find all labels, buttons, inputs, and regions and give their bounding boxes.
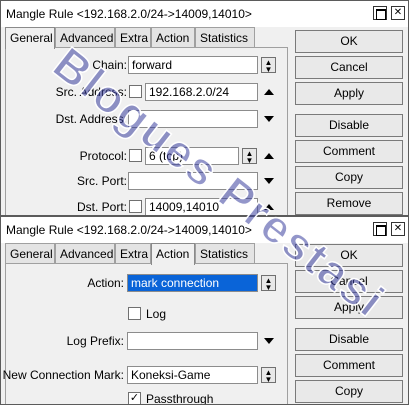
chain-field[interactable]: forward [128,56,258,74]
log-label: Log [146,307,167,321]
src-address-label: Src. Address: [55,85,127,99]
log-prefix-field[interactable] [127,332,258,350]
cancel-button[interactable]: Cancel [295,56,403,79]
src-port-label: Src. Port: [76,174,127,188]
dst-port-label: Dst. Port: [76,200,127,214]
tab-general[interactable]: General [5,243,55,264]
apply-button[interactable]: Apply [295,296,403,319]
ok-button[interactable]: OK [295,30,403,53]
protocol-collapse-icon[interactable] [264,153,274,159]
action-label: Action: [87,276,124,290]
protocol-dropdown-icon[interactable]: ▲ ▼ [242,148,257,165]
src-address-collapse-icon[interactable] [264,89,274,95]
disable-button[interactable]: Disable [295,114,403,137]
title-bar[interactable]: Mangle Rule <192.168.2.0/24->14009,14010… [1,217,408,243]
protocol-negate-checkbox[interactable] [129,149,142,162]
new-connection-mark-dropdown-icon[interactable]: ▲ ▼ [261,367,276,384]
tab-advanced[interactable]: Advanced [55,27,115,48]
disable-button[interactable]: Disable [295,328,403,351]
dst-port-field[interactable]: 14009,14010 [145,198,258,215]
protocol-label: Protocol: [79,149,127,163]
tab-action[interactable]: Action [151,27,195,48]
tab-extra[interactable]: Extra [115,27,151,48]
src-port-field[interactable] [128,172,258,190]
log-prefix-label: Log Prefix: [66,334,124,348]
mangle-rule-window-action: Mangle Rule <192.168.2.0/24->14009,14010… [0,216,409,405]
tab-statistics[interactable]: Statistics [195,27,255,48]
tab-statistics[interactable]: Statistics [195,243,255,264]
ok-button[interactable]: OK [295,244,403,267]
window-title: Mangle Rule <192.168.2.0/24->14009,14010… [6,223,252,237]
dst-address-field[interactable] [128,110,258,128]
tab-extra[interactable]: Extra [115,243,151,264]
dst-address-expand-icon[interactable] [264,116,274,122]
action-select[interactable]: mark connection [127,274,258,292]
cancel-button[interactable]: Cancel [295,270,403,293]
protocol-field[interactable]: 6 (tcp) [145,147,239,165]
chain-dropdown-icon[interactable]: ▲ ▼ [261,57,276,74]
dst-port-collapse-icon[interactable] [264,204,274,210]
new-connection-mark-field[interactable]: Koneksi-Game [127,366,258,384]
general-panel: Chain: forward ▲ ▼ Src. Address: 192.168.… [5,47,288,215]
dst-address-label: Dst. Address: [55,112,127,126]
maximize-icon[interactable] [373,6,387,20]
dst-port-negate-checkbox[interactable] [129,200,142,213]
tab-advanced[interactable]: Advanced [55,243,115,264]
mangle-rule-window-general: Mangle Rule <192.168.2.0/24->14009,14010… [0,0,409,216]
log-checkbox[interactable] [128,307,141,320]
src-address-negate-checkbox[interactable] [129,85,142,98]
new-connection-mark-label: New Connection Mark: [2,368,124,382]
maximize-icon[interactable] [373,222,387,236]
title-bar[interactable]: Mangle Rule <192.168.2.0/24->14009,14010… [1,1,408,27]
tab-general[interactable]: General [5,27,55,49]
passthrough-label: Passthrough [146,392,214,405]
chain-label: Chain: [92,58,127,72]
comment-button[interactable]: Comment [295,140,403,163]
apply-button[interactable]: Apply [295,82,403,105]
copy-button[interactable]: Copy [295,380,403,403]
close-icon[interactable]: ✕ [391,222,405,236]
tab-action[interactable]: Action [151,243,195,265]
close-icon[interactable]: ✕ [391,6,405,20]
src-address-field[interactable]: 192.168.2.0/24 [145,83,258,101]
action-panel: Action: mark connection ▲ ▼ Log Log Prefi… [2,263,288,405]
copy-button[interactable]: Copy [295,166,403,189]
log-prefix-expand-icon[interactable] [264,338,274,344]
src-port-expand-icon[interactable] [264,178,274,184]
action-dropdown-icon[interactable]: ▲ ▼ [261,275,276,292]
comment-button[interactable]: Comment [295,354,403,377]
remove-button[interactable]: Remove [295,192,403,215]
window-title: Mangle Rule <192.168.2.0/24->14009,14010… [6,7,252,21]
passthrough-checkbox[interactable]: ✓ [128,392,141,404]
